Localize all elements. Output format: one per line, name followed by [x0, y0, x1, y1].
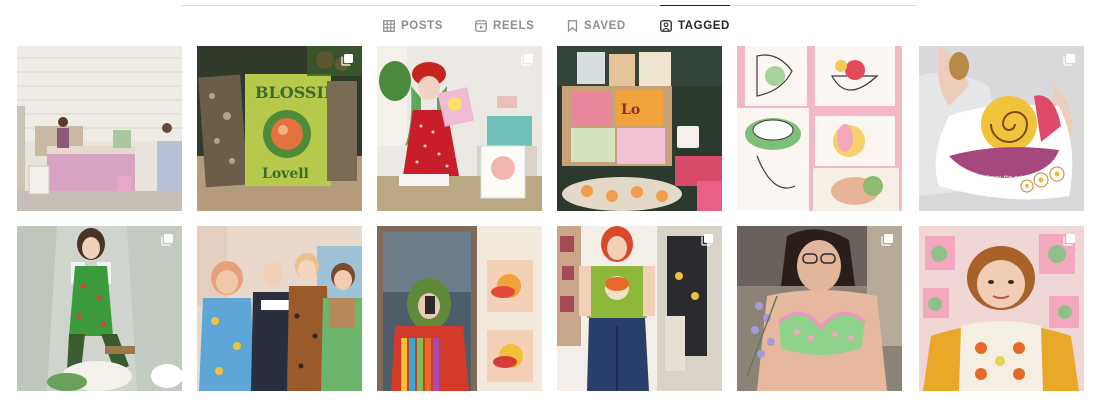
post-image [377, 226, 542, 391]
carousel-icon [341, 54, 353, 66]
tab-tagged[interactable]: TAGGED [660, 5, 730, 46]
sticker-caption: @gary_the_gala [985, 175, 1025, 181]
tab-posts-label: POSTS [401, 20, 443, 32]
post-image: @gary_the_gala [919, 46, 1084, 211]
tab-reels[interactable]: REELS [475, 6, 534, 46]
post-print-display[interactable]: Lo [557, 46, 722, 211]
grid-icon [383, 20, 395, 32]
post-image [737, 46, 902, 211]
profile-tabs: POSTS REELS SAVED TAGGED [0, 5, 1100, 46]
post-mirror-selfie[interactable] [377, 226, 542, 391]
post-snail-sticker[interactable]: @gary_the_gala [919, 46, 1084, 211]
post-yellow-cardigan[interactable] [919, 226, 1084, 391]
post-image [17, 46, 182, 211]
carousel-icon [521, 54, 533, 66]
carousel-icon [161, 234, 173, 246]
post-image [737, 226, 902, 391]
post-image [919, 226, 1084, 391]
tagged-page: POSTS REELS SAVED TAGGED BLOSSIM Lovell … [0, 0, 1100, 410]
carousel-icon [1063, 54, 1075, 66]
tab-saved[interactable]: SAVED [567, 6, 626, 46]
post-image: Lo [557, 46, 722, 211]
post-image [377, 46, 542, 211]
post-bralette-portrait[interactable] [737, 226, 902, 391]
tagged-icon [660, 20, 672, 32]
post-illustration-prints[interactable] [737, 46, 902, 211]
post-market-stall[interactable] [17, 46, 182, 211]
post-image [17, 226, 182, 391]
tab-posts[interactable]: POSTS [383, 6, 443, 46]
post-group-photo[interactable] [197, 226, 362, 391]
post-green-dungarees[interactable] [17, 226, 182, 391]
reels-icon [475, 20, 487, 32]
svg-text:Lovell: Lovell [262, 166, 309, 182]
post-image [557, 226, 722, 391]
tab-reels-label: REELS [493, 20, 535, 32]
carousel-icon [701, 234, 713, 246]
post-mushroom-tshirt[interactable] [557, 226, 722, 391]
post-image: BLOSSIM Lovell [197, 46, 362, 211]
post-red-dress-portrait[interactable] [377, 46, 542, 211]
tab-tagged-label: TAGGED [678, 20, 730, 32]
carousel-icon [1063, 234, 1075, 246]
svg-text:Lo: Lo [621, 102, 640, 118]
tab-saved-label: SAVED [584, 20, 626, 32]
post-risograph-print[interactable]: BLOSSIM Lovell [197, 46, 362, 211]
carousel-icon [881, 234, 893, 246]
bookmark-icon [567, 20, 578, 32]
post-image [197, 226, 362, 391]
